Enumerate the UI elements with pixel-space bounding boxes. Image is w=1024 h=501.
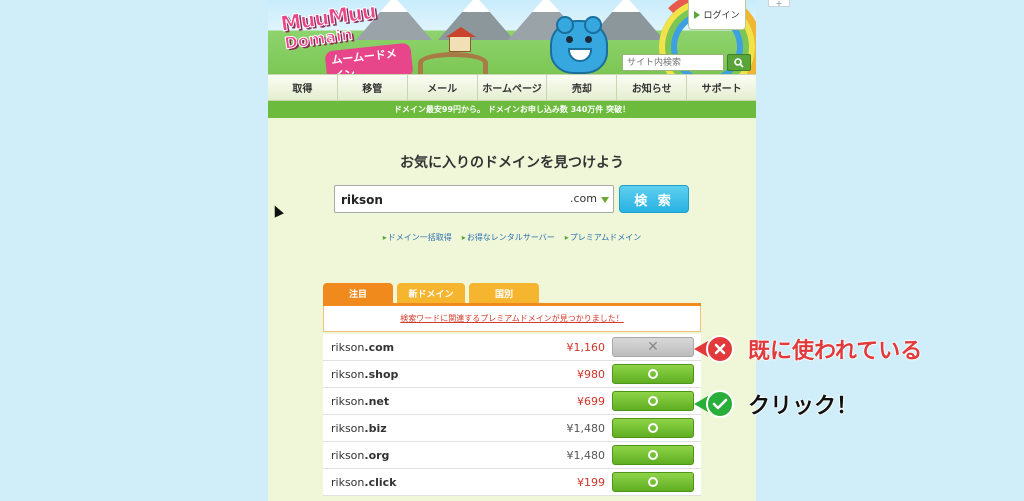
add-to-cart-button[interactable] [612, 418, 694, 438]
add-to-cart-button[interactable] [612, 472, 694, 492]
chevron-down-icon[interactable] [601, 197, 609, 203]
promo-bar: ドメイン最安99円から。 ドメインお申し込み数 340万件 突破！ [268, 101, 756, 118]
main-nav: 取得 移管 メール ホームページ 売却 お知らせ サポート [268, 74, 756, 101]
domain-search-box: .com [334, 185, 614, 213]
domain-search-input[interactable] [341, 191, 541, 209]
check-icon [706, 390, 734, 418]
annotation-click-text: クリック！ [747, 394, 859, 420]
domain-name: rikson.net [331, 394, 390, 408]
result-row: rikson.shop ¥980 [323, 361, 701, 388]
result-row: rikson.org ¥1,480 [323, 442, 701, 469]
annotation-click: クリック！ [694, 388, 859, 420]
site-search [622, 54, 751, 71]
sub-links: ▸ドメイン一括取得 ▸お得なレンタルサーバー ▸プレミアムドメイン [268, 232, 756, 243]
nav-item-sell[interactable]: 売却 [547, 75, 618, 100]
annotation-taken: 既に使われている [694, 333, 923, 365]
nav-item-mail[interactable]: メール [408, 75, 478, 100]
add-to-cart-button[interactable] [612, 391, 694, 411]
domain-name: rikson.org [331, 448, 390, 462]
site-logo[interactable]: MuuMuu Domain ムームードメイン [278, 0, 414, 74]
nav-item-acquire[interactable]: 取得 [268, 75, 338, 100]
x-icon [706, 335, 734, 363]
domain-name: rikson.click [331, 475, 397, 489]
tld-select[interactable]: .com [570, 192, 597, 205]
site-search-input[interactable] [622, 54, 724, 71]
domain-price: ¥1,160 [566, 340, 606, 354]
corner-plus-icon[interactable]: + [768, 0, 790, 8]
mountain-snow [462, 0, 490, 12]
circle-icon [648, 396, 658, 406]
domain-price: ¥980 [577, 367, 605, 381]
result-list: rikson.com ¥1,160 ✕ rikson.shop ¥980 rik… [323, 334, 701, 496]
domain-price: ¥199 [577, 475, 605, 489]
link-premium-domain[interactable]: ▸プレミアムドメイン [565, 232, 641, 243]
muumuu-page: MuuMuu Domain ムームードメイン ログイン 取得 移管 メール ホー… [268, 0, 756, 501]
link-rental-server[interactable]: ▸お得なレンタルサーバー [462, 232, 555, 243]
mascot-bear [550, 16, 608, 74]
domain-search-button[interactable]: 検 索 [619, 185, 689, 213]
result-row: rikson.com ¥1,160 ✕ [323, 334, 701, 361]
result-row: rikson.click ¥199 [323, 469, 701, 496]
header-banner: MuuMuu Domain ムームードメイン ログイン [268, 0, 756, 74]
domain-name: rikson.biz [331, 421, 387, 435]
domain-name: rikson.com [331, 340, 395, 354]
search-icon [734, 57, 744, 68]
circle-icon [648, 450, 658, 460]
circle-icon [648, 369, 658, 379]
mountain-snow [532, 0, 560, 12]
add-to-cart-button[interactable] [612, 445, 694, 465]
premium-notice-link[interactable]: 検索ワードに関連するプレミアムドメインが見つかりました！ [323, 306, 701, 332]
site-search-button[interactable] [727, 54, 751, 71]
result-row: rikson.net ¥699 [323, 388, 701, 415]
domain-price: ¥1,480 [566, 448, 606, 462]
nav-item-transfer[interactable]: 移管 [338, 75, 408, 100]
road [418, 52, 488, 74]
house-icon [446, 27, 476, 52]
taken-button: ✕ [612, 337, 694, 357]
play-icon [694, 10, 701, 19]
tab-new-domains[interactable]: 新ドメイン [397, 283, 465, 303]
circle-icon [648, 477, 658, 487]
domain-price: ¥699 [577, 394, 605, 408]
link-bulk-acquire[interactable]: ▸ドメイン一括取得 [383, 232, 452, 243]
nav-item-news[interactable]: お知らせ [617, 75, 688, 100]
domain-name: rikson.shop [331, 367, 399, 381]
nav-item-homepage[interactable]: ホームページ [478, 75, 548, 100]
add-to-cart-button[interactable] [612, 364, 694, 384]
tab-country[interactable]: 国別 [469, 283, 539, 303]
page-title: お気に入りのドメインを見つけよう [400, 155, 624, 171]
domain-price: ¥1,480 [566, 421, 606, 435]
x-icon: ✕ [647, 339, 659, 355]
result-row: rikson.biz ¥1,480 [323, 415, 701, 442]
nav-item-support[interactable]: サポート [687, 75, 756, 100]
mountain-snow [612, 0, 640, 12]
circle-icon [648, 423, 658, 433]
tab-featured[interactable]: 注目 [323, 283, 393, 303]
annotation-taken-text: 既に使われている [747, 339, 923, 365]
login-button[interactable]: ログイン [688, 0, 746, 30]
result-tabs: 注目 新ドメイン 国別 [323, 283, 539, 303]
